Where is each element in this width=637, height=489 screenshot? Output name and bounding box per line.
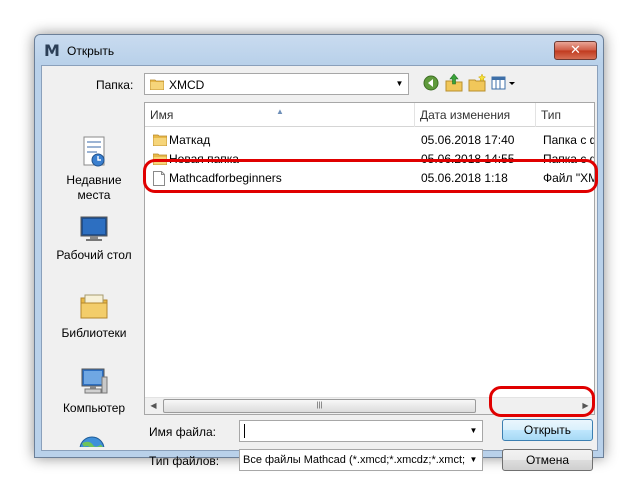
place-label: Библиотеки <box>61 326 127 340</box>
places-bar: Недавние места Рабочий стол Библиотеки К… <box>49 102 139 447</box>
filetype-label: Тип файлов: <box>149 454 220 468</box>
scrollbar-thumb[interactable]: ||| <box>163 399 476 413</box>
cancel-button[interactable]: Отмена <box>502 449 593 471</box>
back-icon <box>423 75 439 91</box>
column-title: Тип <box>541 108 562 122</box>
filetype-select[interactable]: Все файлы Mathcad (*.xmcd;*.xmcdz;*.xmct… <box>239 449 483 471</box>
view-menu-icon <box>491 76 515 90</box>
column-title: Имя <box>150 108 174 122</box>
file-name: Маткад <box>169 133 211 147</box>
column-header-type[interactable]: Тип <box>536 103 594 127</box>
computer-icon <box>81 368 108 394</box>
place-desktop[interactable]: Рабочий стол <box>49 214 139 263</box>
folder-label: Папка: <box>96 78 134 92</box>
desktop-icon <box>80 216 108 241</box>
folder-select[interactable]: XMCD ▼ <box>144 73 409 95</box>
open-button[interactable]: Открыть <box>502 419 593 441</box>
list-item[interactable]: Маткад 05.06.2018 17:40 Папка с ф <box>145 131 594 150</box>
text-caret <box>244 424 245 438</box>
column-header-name[interactable]: Имя ▲ <box>145 103 415 127</box>
place-label: Компьютер <box>62 401 126 415</box>
network-icon <box>79 436 105 447</box>
folder-icon <box>153 134 167 146</box>
list-header: Имя ▲ Дата изменения Тип <box>145 103 594 127</box>
sort-ascending-icon: ▲ <box>276 107 284 116</box>
highlight-open-button <box>489 386 595 417</box>
mathcad-app-icon: M <box>44 41 60 60</box>
chevron-down-icon[interactable]: ▼ <box>465 450 482 470</box>
place-label: Рабочий стол <box>56 248 132 262</box>
recent-places-icon <box>83 136 105 167</box>
scroll-left-icon[interactable]: ◀ <box>145 398 162 414</box>
libraries-icon <box>80 294 108 319</box>
filename-label: Имя файла: <box>149 425 216 439</box>
place-computer[interactable]: Компьютер <box>49 365 139 416</box>
place-libraries[interactable]: Библиотеки <box>49 290 139 341</box>
place-recent[interactable]: Недавние места <box>49 135 139 203</box>
file-list[interactable]: Имя ▲ Дата изменения Тип Маткад 05.06.20… <box>144 102 595 415</box>
place-label: Недавние места <box>66 173 122 202</box>
column-header-date[interactable]: Дата изменения <box>415 103 536 127</box>
filetype-value: Все файлы Mathcad (*.xmcd;*.xmcdz;*.xmct… <box>243 454 475 466</box>
close-button[interactable]: ✕ <box>554 41 597 60</box>
chevron-down-icon[interactable]: ▼ <box>465 421 482 441</box>
window-title: Открыть <box>67 44 115 58</box>
current-folder-name: XMCD <box>169 78 205 92</box>
file-date: 05.06.2018 17:40 <box>421 133 515 147</box>
title-bar[interactable]: M Открыть ✕ <box>35 35 603 65</box>
filename-input[interactable]: ▼ <box>239 420 483 442</box>
view-menu-button[interactable] <box>489 72 519 94</box>
file-type: Папка с ф <box>543 133 595 147</box>
chevron-down-icon[interactable]: ▼ <box>391 74 408 94</box>
place-network[interactable] <box>49 434 139 447</box>
back-button[interactable] <box>420 72 442 94</box>
highlight-file-row <box>143 159 598 193</box>
up-folder-button[interactable] <box>443 72 465 94</box>
up-folder-icon <box>445 73 463 92</box>
folder-icon <box>150 79 164 90</box>
new-folder-button[interactable] <box>466 72 488 94</box>
column-title: Дата изменения <box>420 108 511 122</box>
new-folder-icon <box>468 73 487 92</box>
